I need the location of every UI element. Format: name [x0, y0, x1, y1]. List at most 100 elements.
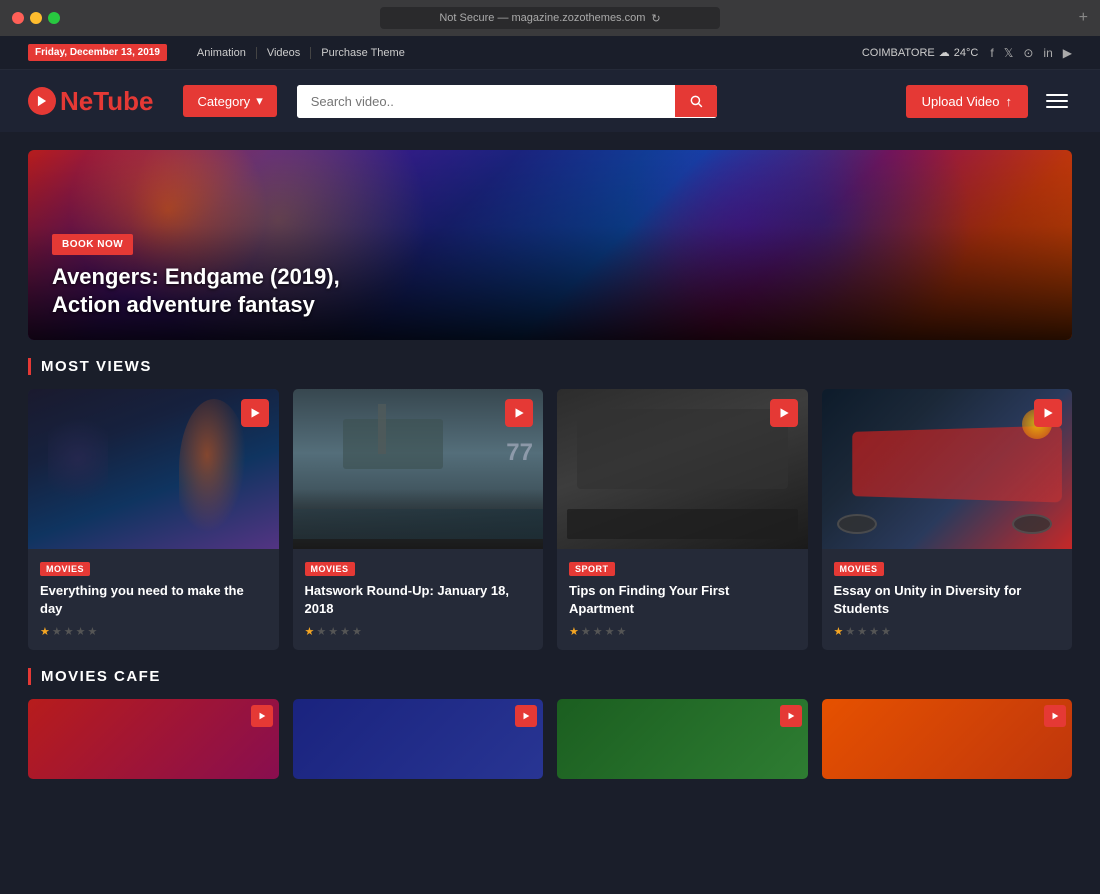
- star-3: ★: [64, 625, 74, 638]
- thumbnail-shadow: [48, 409, 108, 509]
- hamburger-line-1: [1046, 94, 1068, 96]
- ship-mast: [378, 404, 386, 454]
- play-icon: [521, 711, 531, 721]
- twitter-icon[interactable]: 𝕏: [1004, 46, 1014, 60]
- nav-link-purchase[interactable]: Purchase Theme: [311, 47, 415, 59]
- linkedin-icon[interactable]: in: [1043, 46, 1052, 60]
- reload-icon[interactable]: ↻: [651, 12, 660, 25]
- hero-title: Avengers: Endgame (2019), Action adventu…: [52, 263, 340, 320]
- card-rating: ★ ★ ★ ★ ★: [569, 625, 796, 638]
- water: [293, 509, 544, 539]
- video-grid: MOVIES Everything you need to make the d…: [28, 389, 1072, 650]
- nav-link-animation[interactable]: Animation: [187, 47, 257, 59]
- card-play-icon[interactable]: [241, 399, 269, 427]
- play-icon: [248, 406, 262, 420]
- card-play-icon[interactable]: [770, 399, 798, 427]
- instagram-icon[interactable]: ⊙: [1023, 46, 1033, 60]
- card-play-icon[interactable]: [505, 399, 533, 427]
- star-4: ★: [605, 625, 615, 638]
- card-category-badge: MOVIES: [40, 562, 90, 576]
- card-thumbnail: 77: [293, 389, 544, 549]
- star-2: ★: [845, 625, 855, 638]
- search-input[interactable]: [297, 85, 675, 118]
- bottom-play-icon[interactable]: [515, 705, 537, 727]
- star-5: ★: [617, 625, 627, 638]
- logo-ne: Ne: [60, 86, 93, 116]
- top-bar-left: Friday, December 13, 2019 Animation Vide…: [28, 44, 415, 61]
- address-text: Not Secure — magazine.zozothemes.com: [439, 12, 645, 24]
- star-2: ★: [316, 625, 326, 638]
- header: NeTube Category ▾ Upload Video ↑: [0, 70, 1100, 132]
- weather-temp: 24°C: [954, 47, 979, 59]
- address-bar[interactable]: Not Secure — magazine.zozothemes.com ↻: [380, 7, 720, 29]
- bottom-play-icon[interactable]: [1044, 705, 1066, 727]
- bottom-play-icon[interactable]: [251, 705, 273, 727]
- date-badge: Friday, December 13, 2019: [28, 44, 167, 61]
- vehicle-body: [577, 409, 788, 489]
- most-views-title: MOST VIEWS: [28, 358, 152, 375]
- hero-title-line2: Action adventure fantasy: [52, 292, 315, 317]
- star-5: ★: [352, 625, 362, 638]
- card-title: Essay on Unity in Diversity for Students: [834, 582, 1061, 617]
- card-thumbnail: [557, 389, 808, 549]
- bottom-card-4: [822, 699, 1073, 779]
- upload-label: Upload Video: [922, 94, 1000, 109]
- hero-content: BOOK NOW Avengers: Endgame (2019), Actio…: [52, 234, 340, 320]
- card-category-badge: MOVIES: [834, 562, 884, 576]
- hero-title-line1: Avengers: Endgame (2019),: [52, 264, 340, 289]
- card-category-badge: SPORT: [569, 562, 615, 576]
- top-bar-right: COIMBATORE ☁ 24°C f 𝕏 ⊙ in ▶: [862, 46, 1072, 60]
- search-button[interactable]: [675, 85, 717, 117]
- book-now-button[interactable]: BOOK NOW: [52, 234, 133, 255]
- category-label: Category: [197, 94, 250, 109]
- upload-video-button[interactable]: Upload Video ↑: [906, 85, 1028, 118]
- card-body: SPORT Tips on Finding Your First Apartme…: [557, 549, 808, 650]
- card-play-icon[interactable]: [1034, 399, 1062, 427]
- car-wheel-2: [1012, 514, 1052, 534]
- bottom-play-icon[interactable]: [780, 705, 802, 727]
- hamburger-line-2: [1046, 100, 1068, 102]
- star-4: ★: [76, 625, 86, 638]
- facebook-icon[interactable]: f: [990, 46, 993, 60]
- social-icons: f 𝕏 ⊙ in ▶: [990, 46, 1072, 60]
- star-3: ★: [857, 625, 867, 638]
- card-thumbnail: [28, 389, 279, 549]
- star-1: ★: [834, 625, 844, 638]
- logo-tube: Tube: [93, 86, 153, 116]
- upload-icon: ↑: [1006, 94, 1013, 109]
- most-views-section: MOST VIEWS MOVIES Everything you need to: [0, 358, 1100, 650]
- play-icon: [1041, 406, 1055, 420]
- nav-link-videos[interactable]: Videos: [257, 47, 311, 59]
- hamburger-menu-button[interactable]: [1042, 90, 1072, 112]
- star-1: ★: [569, 625, 579, 638]
- star-5: ★: [88, 625, 98, 638]
- card-rating: ★ ★ ★ ★ ★: [305, 625, 532, 638]
- card-body: MOVIES Everything you need to make the d…: [28, 549, 279, 650]
- search-icon: [689, 94, 703, 108]
- category-button[interactable]: Category ▾: [183, 85, 276, 117]
- bottom-card-2: [293, 699, 544, 779]
- close-button[interactable]: [12, 12, 24, 24]
- maximize-button[interactable]: [48, 12, 60, 24]
- movies-cafe-title: MOVIES CAFE: [28, 668, 161, 685]
- star-5: ★: [881, 625, 891, 638]
- bottom-card-1: [28, 699, 279, 779]
- play-icon: [257, 711, 267, 721]
- logo[interactable]: NeTube: [28, 86, 153, 117]
- hero-banner: BOOK NOW Avengers: Endgame (2019), Actio…: [28, 150, 1072, 340]
- star-2: ★: [581, 625, 591, 638]
- card-rating: ★ ★ ★ ★ ★: [40, 625, 267, 638]
- minimize-button[interactable]: [30, 12, 42, 24]
- star-3: ★: [593, 625, 603, 638]
- ship-number: 77: [506, 439, 533, 467]
- card-rating: ★ ★ ★ ★ ★: [834, 625, 1061, 638]
- video-card: SPORT Tips on Finding Your First Apartme…: [557, 389, 808, 650]
- youtube-icon[interactable]: ▶: [1063, 46, 1072, 60]
- star-3: ★: [328, 625, 338, 638]
- star-4: ★: [340, 625, 350, 638]
- bottom-card-3: [557, 699, 808, 779]
- video-card: 77 MOVIES Hatswork Round-Up: January 18,…: [293, 389, 544, 650]
- new-tab-button[interactable]: +: [1079, 9, 1088, 27]
- video-card: MOVIES Essay on Unity in Diversity for S…: [822, 389, 1073, 650]
- play-icon: [35, 94, 49, 108]
